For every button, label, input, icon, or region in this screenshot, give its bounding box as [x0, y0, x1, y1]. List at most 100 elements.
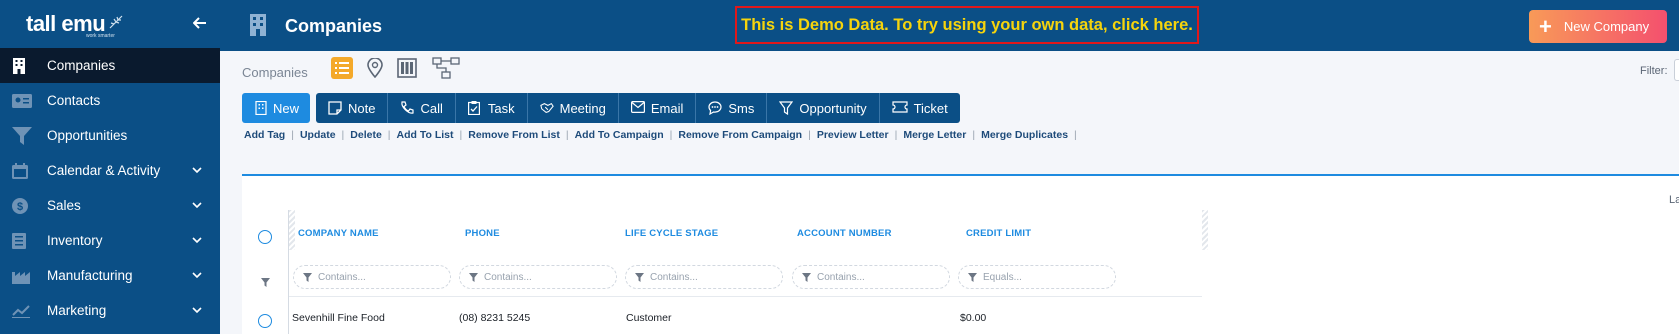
remove-from-list-link[interactable]: Remove From List [468, 129, 560, 141]
building-icon [255, 101, 267, 115]
plus-icon: + [1539, 13, 1552, 39]
sidebar-item-companies[interactable]: Companies [0, 48, 220, 83]
breadcrumb: Companies [242, 65, 308, 80]
building-icon [248, 14, 268, 36]
column-header-credit-limit[interactable]: CREDIT LIMIT [966, 228, 1031, 239]
company-name-filter-input[interactable]: Contains... [293, 265, 451, 289]
cell-company-name[interactable]: Sevenhill Fine Food [292, 312, 385, 324]
list-view-icon[interactable] [331, 57, 353, 79]
new-company-button[interactable]: + New Company [1529, 10, 1667, 43]
separator: | [387, 129, 391, 141]
sidebar-item-label: Calendar & Activity [47, 163, 161, 178]
separator: | [894, 129, 898, 141]
funnel-icon [802, 272, 811, 282]
note-button[interactable]: Note [316, 93, 389, 123]
separator: | [972, 129, 976, 141]
main-content: Companies Filter: New Note Call Task Mee… [220, 51, 1679, 334]
select-all-checkbox[interactable] [258, 230, 272, 244]
life-cycle-stage-filter-input[interactable]: Contains... [625, 265, 783, 289]
separator: | [808, 129, 811, 141]
preview-letter-link[interactable]: Preview Letter [817, 129, 889, 141]
sms-button[interactable]: Sms [696, 93, 768, 123]
update-link[interactable]: Update [300, 129, 336, 141]
brand-logo[interactable]: tall emu work smarter [0, 0, 220, 48]
chat-bubble-icon [708, 101, 722, 115]
sidebar-item-manufacturing[interactable]: Manufacturing [0, 258, 220, 293]
column-header-company-name[interactable]: COMPANY NAME [298, 228, 379, 239]
chevron-down-icon [192, 202, 202, 209]
sidebar-item-marketing[interactable]: Marketing [0, 293, 220, 328]
separator: | [291, 129, 294, 141]
funnel-icon [12, 126, 36, 145]
row-select-checkbox[interactable] [258, 314, 272, 328]
filter-placeholder: Contains... [650, 271, 698, 283]
cell-phone: (08) 8231 5245 [459, 312, 531, 324]
sidebar-item-label: Inventory [47, 233, 103, 248]
arrow-left-icon [192, 17, 206, 29]
merge-letter-link[interactable]: Merge Letter [903, 129, 966, 141]
chevron-down-icon [192, 167, 202, 174]
phone-filter-input[interactable]: Contains... [459, 265, 617, 289]
sidebar-item-inventory[interactable]: Inventory [0, 223, 220, 258]
inventory-icon [12, 232, 36, 250]
collapse-sidebar-button[interactable] [190, 14, 210, 34]
add-to-list-link[interactable]: Add To List [397, 129, 454, 141]
bulk-actions-links: Add Tag | Update | Delete | Add To List | Re… [244, 129, 1083, 141]
kanban-icon[interactable] [396, 57, 418, 79]
filter-row-icon [261, 274, 270, 287]
column-header-life-cycle-stage[interactable]: LIFE CYCLE STAGE [625, 228, 718, 239]
opportunity-button[interactable]: Opportunity [767, 93, 880, 123]
sidebar-item-label: Contacts [47, 93, 101, 108]
delete-link[interactable]: Delete [350, 129, 382, 141]
top-header: Companies This is Demo Data. To try usin… [220, 0, 1679, 51]
ticket-icon [891, 101, 908, 115]
task-button[interactable]: Task [456, 93, 528, 123]
sidebar: tall emu work smarter Companies Contacts… [0, 0, 220, 334]
hierarchy-icon[interactable] [432, 57, 460, 79]
funnel-icon [779, 101, 794, 115]
demo-data-banner[interactable]: This is Demo Data. To try using your own… [735, 6, 1199, 44]
sms-label: Sms [728, 100, 755, 116]
grid-resize-handle[interactable] [289, 210, 295, 250]
call-label: Call [420, 100, 443, 116]
envelope-icon [630, 101, 645, 115]
funnel-icon [968, 272, 977, 282]
funnel-icon [635, 272, 644, 282]
row-separator [289, 296, 1202, 297]
leaf-icon [108, 14, 124, 35]
layout-label[interactable]: Layout [1669, 194, 1679, 206]
new-button[interactable]: New [242, 93, 310, 123]
brand-tagline: work smarter [86, 33, 115, 39]
building-icon [12, 57, 36, 75]
sidebar-item-contacts[interactable]: Contacts [0, 83, 220, 118]
credit-limit-filter-input[interactable]: Equals... [958, 265, 1116, 289]
meeting-button[interactable]: Meeting [528, 93, 619, 123]
column-header-phone[interactable]: PHONE [465, 228, 500, 239]
calendar-icon [12, 162, 36, 180]
sidebar-item-calendar-activity[interactable]: Calendar & Activity [0, 153, 220, 188]
filter-select[interactable] [1674, 59, 1679, 81]
add-tag-link[interactable]: Add Tag [244, 129, 285, 141]
filter-placeholder: Contains... [318, 271, 366, 283]
sidebar-item-label: Manufacturing [47, 268, 133, 283]
grid-resize-handle[interactable] [1202, 210, 1208, 250]
add-to-campaign-link[interactable]: Add To Campaign [575, 129, 664, 141]
handshake-icon [539, 101, 554, 115]
factory-icon [12, 267, 36, 285]
call-button[interactable]: Call [388, 93, 456, 123]
sidebar-item-sales[interactable]: $ Sales [0, 188, 220, 223]
email-button[interactable]: Email [619, 93, 697, 123]
ticket-button[interactable]: Ticket [880, 93, 960, 123]
activity-button-group: Note Call Task Meeting Email Sms Opportu… [316, 93, 960, 123]
column-header-account-number[interactable]: ACCOUNT NUMBER [797, 228, 892, 239]
action-bar: New Note Call Task Meeting Email Sms Opp… [242, 93, 960, 123]
account-number-filter-input[interactable]: Contains... [792, 265, 950, 289]
funnel-icon [303, 272, 312, 282]
chevron-down-icon [192, 272, 202, 279]
merge-duplicates-link[interactable]: Merge Duplicates [981, 129, 1068, 141]
dollar-icon: $ [12, 197, 36, 215]
sidebar-item-opportunities[interactable]: Opportunities [0, 118, 220, 153]
remove-from-campaign-link[interactable]: Remove From Campaign [678, 129, 802, 141]
map-pin-icon[interactable] [364, 57, 386, 79]
page-title: Companies [285, 16, 383, 36]
